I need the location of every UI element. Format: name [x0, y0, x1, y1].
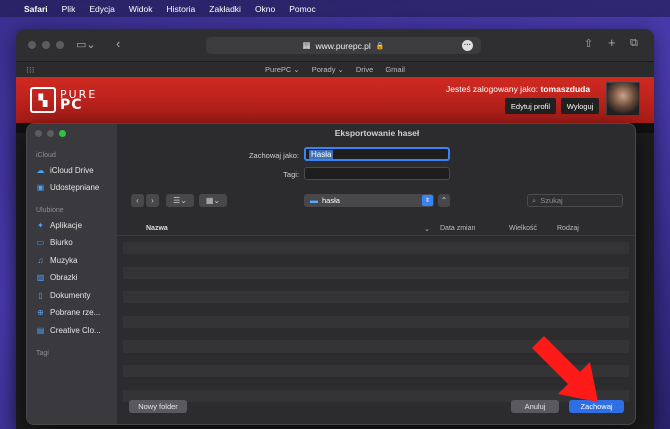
menu-item-edycja[interactable]: Edycja [89, 4, 115, 14]
window-controls [28, 41, 64, 49]
menu-item-okno[interactable]: Okno [255, 4, 275, 14]
tags-label: Tagi: [283, 170, 299, 179]
tags-input[interactable] [304, 167, 450, 180]
menu-item-plik[interactable]: Plik [62, 4, 76, 14]
logout-button[interactable]: Wyloguj [561, 98, 599, 114]
music-icon: ♫ [37, 256, 44, 265]
menu-bar: Safari Plik Edycja Widok Historia Zakład… [0, 0, 670, 17]
red-arrow-icon [532, 336, 598, 402]
list-item [123, 291, 629, 304]
dialog-minimize-button[interactable] [47, 130, 54, 137]
login-prefix: Jesteś zalogowany jako: [446, 84, 539, 94]
sidebar-toggle-icon[interactable]: ▭⌄ [76, 38, 96, 51]
site-header: ▚ PURE PC Jesteś zalogowany jako: tomasz… [16, 77, 654, 123]
zoom-window-button[interactable] [56, 41, 64, 49]
favorites-grid-icon[interactable]: ⁝⁝⁝ [26, 65, 35, 76]
sidebar-item-creative-cloud[interactable]: ▤ Creative Clo... [36, 326, 114, 335]
shared-folder-icon: ▣ [36, 183, 45, 192]
file-list-header: Nazwa ⌄ Data zmian Wielkość Rodzaj [117, 222, 635, 236]
sidebar-item-music[interactable]: ♫ Muzyka [36, 256, 114, 265]
avatar[interactable] [606, 82, 640, 116]
list-item [123, 303, 629, 315]
close-window-button[interactable] [28, 41, 36, 49]
folder-dropdown[interactable]: ▬ hasła ⇕ [304, 194, 434, 207]
column-kind[interactable]: Rodzaj [557, 225, 579, 232]
list-item [123, 242, 629, 255]
downloads-icon: ⊕ [37, 308, 44, 317]
current-folder: hasła [322, 196, 340, 205]
cloud-icon: ☁ [36, 166, 45, 175]
edit-profile-button[interactable]: Edytuj profil [505, 98, 556, 114]
grid-view-button[interactable]: ▦⌄ [199, 194, 227, 207]
list-item [123, 266, 629, 279]
page-menu-icon[interactable]: ··· [462, 40, 473, 51]
menu-item-pomoc[interactable]: Pomoc [289, 4, 315, 14]
collapse-dialog-button[interactable]: ⌃ [438, 194, 450, 207]
column-size[interactable]: Wielkość [509, 225, 537, 232]
column-date[interactable]: Data zmian [440, 225, 475, 232]
chevron-updown-icon: ⇕ [422, 195, 433, 206]
browser-toolbar: ▭⌄ ‹ ▦ www.purepc.pl 🔒 ··· ⇧ + ⧉ [16, 29, 654, 61]
back-icon[interactable]: ‹ [116, 36, 120, 51]
menu-item-widok[interactable]: Widok [129, 4, 153, 14]
sort-chevron-icon: ⌄ [424, 226, 430, 233]
pictures-icon: ▨ [36, 273, 45, 282]
sidebar-item-shared[interactable]: ▣ Udostępniane [36, 183, 114, 192]
lock-icon: 🔒 [375, 42, 385, 50]
folder-icon: ▤ [36, 326, 45, 335]
login-username: tomaszduda [540, 84, 591, 94]
favorite-drive[interactable]: Drive [356, 65, 374, 74]
folder-icon: ▬ [310, 196, 318, 205]
menu-item-zakladki[interactable]: Zakładki [209, 4, 241, 14]
list-view-button[interactable]: ☰⌄ [166, 194, 194, 207]
purepc-logo[interactable]: ▚ PURE PC [30, 85, 126, 115]
sidebar-item-pictures[interactable]: ▨ Obrazki [36, 273, 114, 282]
sidebar-section-tags: Tagi [36, 350, 49, 357]
dialog-close-button[interactable] [35, 130, 42, 137]
list-item [123, 279, 629, 291]
menu-item-safari[interactable]: Safari [24, 4, 48, 14]
tab-overview-icon[interactable]: ⧉ [630, 37, 638, 50]
sidebar-item-applications[interactable]: ✦ Aplikacje [36, 221, 114, 230]
sidebar-item-desktop[interactable]: ▭ Biurko [36, 238, 114, 247]
new-folder-button[interactable]: Nowy folder [129, 400, 187, 413]
desktop-icon: ▭ [36, 238, 45, 247]
list-item [123, 254, 629, 266]
dialog-title: Eksportowanie haseł [334, 128, 420, 138]
search-icon: ⌕ [532, 195, 537, 205]
menu-item-historia[interactable]: Historia [166, 4, 195, 14]
favorite-gmail[interactable]: Gmail [385, 65, 405, 74]
sidebar-item-downloads[interactable]: ⊕ Pobrane rze... [36, 308, 114, 317]
dialog-window-controls [35, 130, 66, 137]
back-nav-button[interactable]: ‹ [131, 194, 144, 207]
site-favicon-icon: ▦ [302, 40, 311, 50]
save-as-label: Zachowaj jako: [248, 151, 299, 160]
sidebar-section-favorites: Ulubione [36, 207, 64, 214]
dialog-zoom-button[interactable] [59, 130, 66, 137]
column-name[interactable]: Nazwa [146, 225, 168, 232]
forward-nav-button[interactable]: › [146, 194, 159, 207]
logo-text-bottom: PC [60, 97, 83, 113]
search-placeholder: Szukaj [540, 196, 563, 205]
address-bar[interactable]: ▦ www.purepc.pl 🔒 ··· [206, 37, 481, 54]
login-status: Jesteś zalogowany jako: tomaszduda [446, 84, 590, 94]
new-tab-icon[interactable]: + [608, 35, 616, 50]
sidebar-section-icloud: iCloud [36, 152, 56, 159]
dialog-sidebar: iCloud ☁ iCloud Drive ▣ Udostępniane Ulu… [27, 124, 117, 424]
applications-icon: ✦ [37, 221, 44, 230]
sidebar-item-icloud-drive[interactable]: ☁ iCloud Drive [36, 166, 114, 175]
url-text: www.purepc.pl [315, 40, 371, 51]
list-item [123, 315, 629, 329]
sidebar-item-documents[interactable]: ▯ Dokumenty [36, 291, 114, 300]
minimize-window-button[interactable] [42, 41, 50, 49]
favorite-porady[interactable]: Porady ⌄ [312, 65, 344, 74]
document-icon: ▯ [38, 291, 43, 300]
search-field[interactable]: ⌕ Szukaj [527, 194, 623, 207]
favorites-bar: ⁝⁝⁝ PurePC ⌄ Porady ⌄ Drive Gmail [16, 61, 654, 77]
share-icon[interactable]: ⇧ [584, 37, 593, 50]
logo-mark-icon: ▚ [30, 87, 56, 113]
save-as-input[interactable]: Hasła [304, 147, 450, 161]
favorite-purepc[interactable]: PurePC ⌄ [265, 65, 300, 74]
